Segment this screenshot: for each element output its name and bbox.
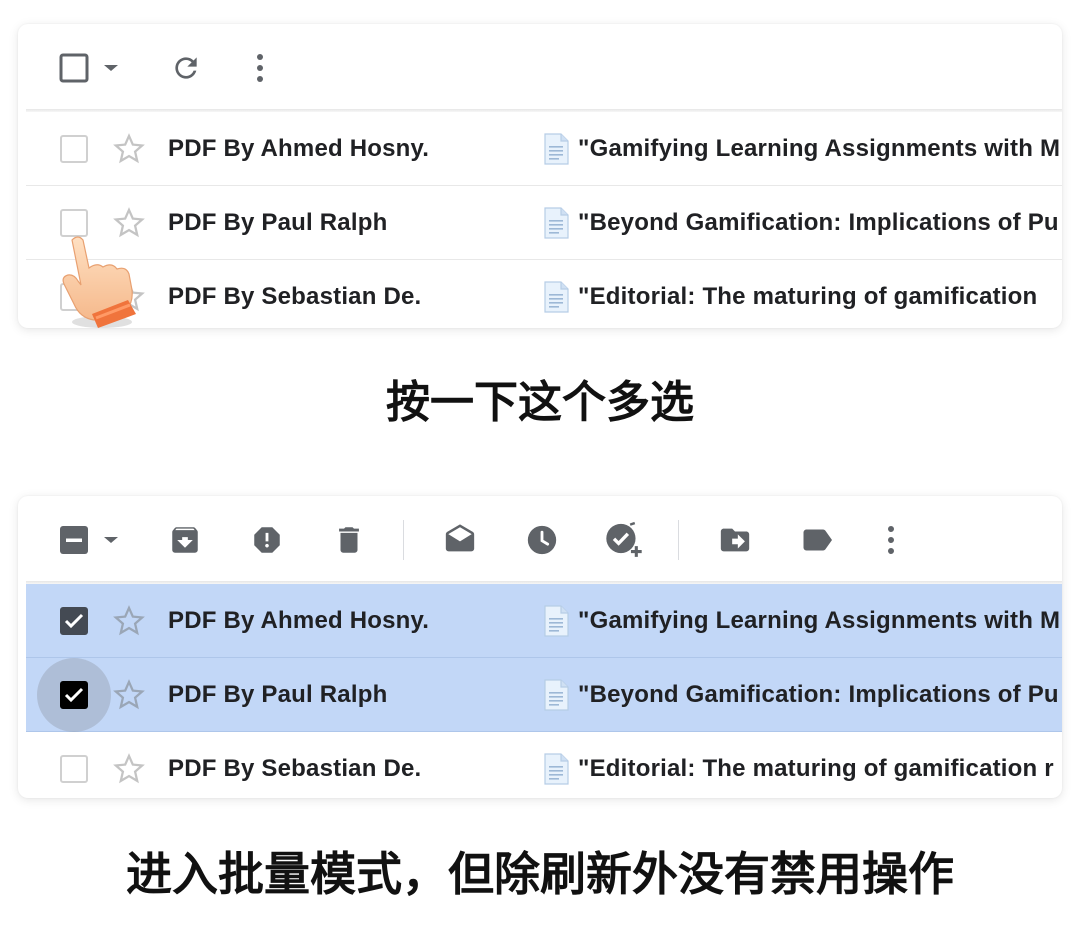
email-list: PDF By Ahmed Hosny. "Gamifying Learning … bbox=[26, 584, 1062, 798]
email-list-panel-batch-mode: PDF By Ahmed Hosny. "Gamifying Learning … bbox=[18, 496, 1062, 798]
snooze-icon[interactable] bbox=[525, 523, 559, 557]
sender-name: PDF By Ahmed Hosny. bbox=[168, 606, 430, 634]
more-options-button[interactable] bbox=[256, 53, 264, 83]
email-row[interactable]: PDF By Ahmed Hosny. "Gamifying Learning … bbox=[26, 112, 1062, 186]
email-subject: "Beyond Gamification: Implications of Pu bbox=[578, 680, 1059, 708]
star-icon[interactable] bbox=[112, 604, 146, 638]
caret-down-icon[interactable] bbox=[103, 63, 119, 73]
star-icon[interactable] bbox=[112, 678, 146, 712]
archive-icon[interactable] bbox=[168, 523, 202, 557]
caption-bottom: 进入批量模式，但除刷新外没有禁用操作 bbox=[126, 847, 954, 901]
email-subject: "Editorial: The maturing of gamification… bbox=[578, 755, 1054, 782]
checkmark-icon bbox=[64, 613, 84, 628]
mark-as-read-button[interactable] bbox=[443, 523, 477, 557]
toolbar bbox=[18, 24, 1062, 112]
toolbar bbox=[18, 496, 1062, 584]
label-icon[interactable] bbox=[799, 522, 835, 558]
row-checkbox-checked[interactable] bbox=[60, 606, 88, 635]
refresh-button[interactable] bbox=[170, 52, 202, 84]
more-vertical-icon[interactable] bbox=[256, 53, 264, 83]
document-icon bbox=[544, 678, 569, 711]
more-vertical-icon[interactable] bbox=[887, 525, 895, 555]
email-row-selected[interactable]: PDF By Paul Ralph "Beyond Gamification: … bbox=[26, 657, 1062, 732]
refresh-icon[interactable] bbox=[170, 52, 202, 84]
sender-name: PDF By Paul Ralph bbox=[168, 208, 388, 236]
move-to-icon[interactable] bbox=[718, 523, 752, 557]
checkmark-icon bbox=[64, 687, 84, 702]
row-checkbox-checked[interactable] bbox=[60, 680, 88, 709]
delete-icon[interactable] bbox=[332, 523, 366, 557]
pointing-hand-icon bbox=[62, 236, 136, 328]
select-all-checkbox[interactable] bbox=[58, 52, 90, 84]
move-to-button[interactable] bbox=[718, 523, 752, 557]
email-row[interactable]: PDF By Sebastian De. "Editorial: The mat… bbox=[26, 260, 1062, 328]
email-list: PDF By Ahmed Hosny. "Gamifying Learning … bbox=[26, 112, 1062, 328]
report-spam-icon[interactable] bbox=[250, 523, 284, 557]
email-row[interactable]: PDF By Paul Ralph "Beyond Gamification: … bbox=[26, 186, 1062, 260]
caret-down-icon[interactable] bbox=[103, 535, 119, 545]
select-dropdown-button[interactable] bbox=[103, 535, 119, 545]
checkbox-indeterminate-icon[interactable] bbox=[58, 524, 90, 556]
star-icon[interactable] bbox=[112, 132, 146, 166]
select-all-checkbox[interactable] bbox=[58, 524, 90, 556]
email-row[interactable]: PDF By Sebastian De. "Editorial: The mat… bbox=[26, 732, 1062, 798]
sender-name: PDF By Sebastian De. bbox=[168, 755, 422, 782]
email-row-selected[interactable]: PDF By Ahmed Hosny. "Gamifying Learning … bbox=[26, 584, 1062, 658]
report-spam-button[interactable] bbox=[250, 523, 284, 557]
archive-button[interactable] bbox=[168, 523, 202, 557]
sender-name: PDF By Sebastian De. bbox=[168, 283, 422, 310]
row-checkbox[interactable] bbox=[60, 134, 88, 163]
delete-button[interactable] bbox=[332, 523, 366, 557]
more-options-button[interactable] bbox=[887, 525, 895, 555]
checkbox-empty-icon[interactable] bbox=[58, 52, 90, 84]
email-list-panel-default: PDF By Ahmed Hosny. "Gamifying Learning … bbox=[18, 24, 1062, 328]
email-subject: "Editorial: The maturing of gamification bbox=[578, 283, 1038, 310]
caption-top: 按一下这个多选 bbox=[386, 377, 694, 428]
sender-name: PDF By Ahmed Hosny. bbox=[168, 134, 430, 162]
email-subject: "Gamifying Learning Assignments with M bbox=[578, 134, 1061, 162]
row-checkbox[interactable] bbox=[60, 755, 88, 783]
sender-name: PDF By Paul Ralph bbox=[168, 680, 388, 708]
document-icon bbox=[544, 132, 569, 165]
add-to-tasks-button[interactable] bbox=[604, 521, 644, 559]
email-subject: "Beyond Gamification: Implications of Pu bbox=[578, 208, 1059, 236]
snooze-button[interactable] bbox=[525, 523, 559, 557]
mark-read-icon[interactable] bbox=[443, 523, 477, 557]
select-dropdown-button[interactable] bbox=[103, 63, 119, 73]
document-icon bbox=[544, 604, 569, 637]
email-subject: "Gamifying Learning Assignments with M bbox=[578, 606, 1061, 634]
toolbar-separator bbox=[403, 520, 404, 560]
document-icon bbox=[544, 206, 569, 239]
add-task-icon[interactable] bbox=[604, 521, 644, 559]
label-button[interactable] bbox=[799, 522, 835, 558]
star-icon[interactable] bbox=[112, 752, 146, 786]
document-icon bbox=[544, 281, 569, 313]
document-icon bbox=[544, 753, 569, 785]
toolbar-separator bbox=[678, 520, 679, 560]
